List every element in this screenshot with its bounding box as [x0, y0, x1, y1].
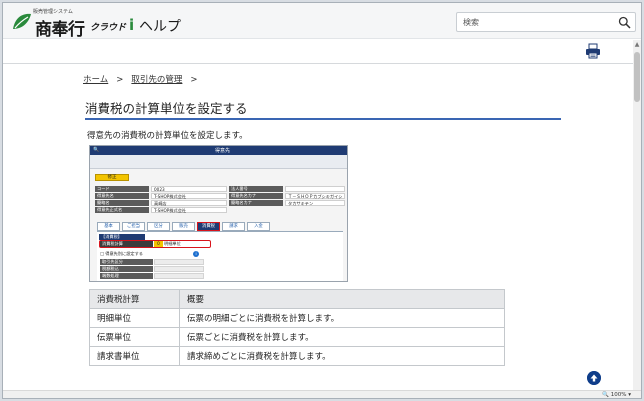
screenshot-calc-label: 消費税計算 — [100, 241, 153, 247]
screenshot-calc-code: 0 — [154, 241, 163, 247]
search-input[interactable] — [463, 15, 611, 30]
zoom-value: 100% — [610, 392, 627, 398]
table-row: 請求書単位 請求締めごとに消費税を計算します。 — [89, 346, 505, 366]
screenshot-toolbar — [90, 155, 347, 169]
table-cell: 伝票の明細ごとに消費税を計算します。 — [179, 308, 505, 328]
screenshot-tab-active: 消費税 — [197, 222, 220, 231]
table-cell: 伝票ごとに消費税を計算します。 — [179, 327, 505, 347]
screenshot-tab: 入金 — [247, 222, 270, 231]
scroll-up-arrow-icon[interactable]: ▲ — [633, 41, 641, 49]
screenshot-field-value: T-SHOP株式会社 — [151, 193, 227, 199]
screenshot-field-value: Ｔ－ＳＨＯＰカブシキガイシ — [285, 193, 345, 199]
screenshot-row-cell — [154, 273, 204, 279]
table-cell: 請求書単位 — [89, 346, 180, 366]
logo-help-label: ヘルプ — [139, 19, 181, 35]
screenshot-row-label: 取引先区分 — [100, 259, 153, 265]
screenshot-field-value: タカサキテン — [285, 200, 345, 206]
logo-subtitle: 販売管理システム — [33, 9, 73, 15]
zoom-level[interactable]: 🔍 100% ▾ — [602, 391, 631, 398]
screenshot-row-label: 税額税込 — [100, 266, 153, 272]
screenshot-title-bar: 🔍 得意先 — [90, 146, 347, 155]
screenshot-checkbox-label: □ 得意先別に設定する — [100, 251, 143, 256]
tax-unit-table: 消費税計算 概要 明細単位 伝票の明細ごとに消費税を計算します。 伝票単位 伝票… — [89, 289, 505, 366]
table-header-row: 消費税計算 概要 — [89, 289, 505, 309]
info-icon: i — [193, 251, 199, 257]
screenshot-tab: 区分 — [147, 222, 170, 231]
screenshot-edit-button: 修正 — [95, 174, 129, 181]
breadcrumb-home-link[interactable]: ホーム — [83, 75, 108, 85]
breadcrumb-separator: > — [190, 75, 198, 85]
search-box — [456, 12, 636, 32]
scroll-thumb[interactable] — [634, 52, 640, 102]
screenshot-field-value — [285, 186, 345, 192]
screenshot-field-value: T-SHOP株式会社 — [151, 207, 227, 213]
screenshot-tab: 請求 — [222, 222, 245, 231]
screenshot-field-label: 得意先正式名 — [95, 207, 149, 213]
table-cell: 伝票単位 — [89, 327, 180, 347]
screenshot-field-value: 高崎店 — [151, 200, 227, 206]
table-cell: 明細単位 — [89, 308, 180, 328]
title-underline — [85, 118, 561, 120]
table-row: 伝票単位 伝票ごとに消費税を計算します。 — [89, 327, 505, 347]
back-to-top-icon[interactable] — [587, 371, 601, 385]
screenshot-row-cell — [154, 266, 204, 272]
screenshot-tax-pane: 【消費税】 消費税計算 0 明細単位 □ 得意先別に設定する i 取引先区分 税… — [97, 231, 343, 281]
help-window: 販売管理システム 商奉行 クラウド i ヘルプ ▲ ▼ ホーム > 取引先の管理 > — [2, 2, 642, 399]
page-title: 消費税の計算単位を設定する — [85, 101, 248, 116]
screenshot-row-label: 端数処理 — [100, 273, 153, 279]
screenshot-row-cell — [154, 259, 204, 265]
screenshot-field-label: コード — [95, 186, 149, 192]
screenshot-field-label: 簡略名カナ — [229, 200, 283, 206]
table-cell: 請求締めごとに消費税を計算します。 — [179, 346, 505, 366]
logo-cloud-label: クラウド — [90, 23, 127, 33]
screenshot-window-title: 得意先 — [215, 148, 231, 154]
status-bar: 🔍 100% ▾ — [3, 390, 641, 398]
screenshot-calc-value: 明細単位 — [164, 241, 181, 246]
search-icon[interactable] — [618, 16, 631, 29]
screenshot-field-label: 法人番号 — [229, 186, 283, 192]
screenshot-field-label: 得意先名 — [95, 193, 149, 199]
breadcrumb-separator: > — [116, 75, 124, 85]
printer-icon[interactable] — [585, 43, 601, 59]
example-screenshot: 🔍 得意先 修正 コード 0023 法人番号 得意先名 T-SHOP株式会社 得… — [89, 145, 348, 282]
logo-leaf-icon — [13, 13, 31, 29]
table-row: 明細単位 伝票の明細ごとに消費税を計算します。 — [89, 308, 505, 328]
table-header-cell: 消費税計算 — [89, 289, 180, 309]
screenshot-tab: 販売 — [172, 222, 195, 231]
logo[interactable]: 販売管理システム 商奉行 クラウド i ヘルプ — [11, 8, 183, 40]
screenshot-field-label: 簡略名 — [95, 200, 149, 206]
logo-i-mark: i — [129, 16, 135, 34]
breadcrumb-section-link[interactable]: 取引先の管理 — [131, 75, 182, 85]
screenshot-field-label: 得意先名カナ — [229, 193, 283, 199]
screenshot-menu-icon: 🔍 — [93, 147, 100, 153]
header-divider — [3, 63, 635, 64]
vertical-scrollbar[interactable]: ▲ ▼ — [633, 40, 641, 398]
screenshot-field-value: 0023 — [151, 186, 227, 192]
table-header-cell: 概要 — [179, 289, 505, 309]
breadcrumb: ホーム > 取引先の管理 > — [83, 73, 206, 85]
page-description: 得意先の消費税の計算単位を設定します。 — [87, 131, 248, 141]
screenshot-tab: ご担当 — [122, 222, 145, 231]
logo-product-name: 商奉行 — [35, 20, 85, 40]
header: 販売管理システム 商奉行 クラウド i ヘルプ — [3, 3, 641, 40]
screenshot-tab: 基本 — [97, 222, 120, 231]
